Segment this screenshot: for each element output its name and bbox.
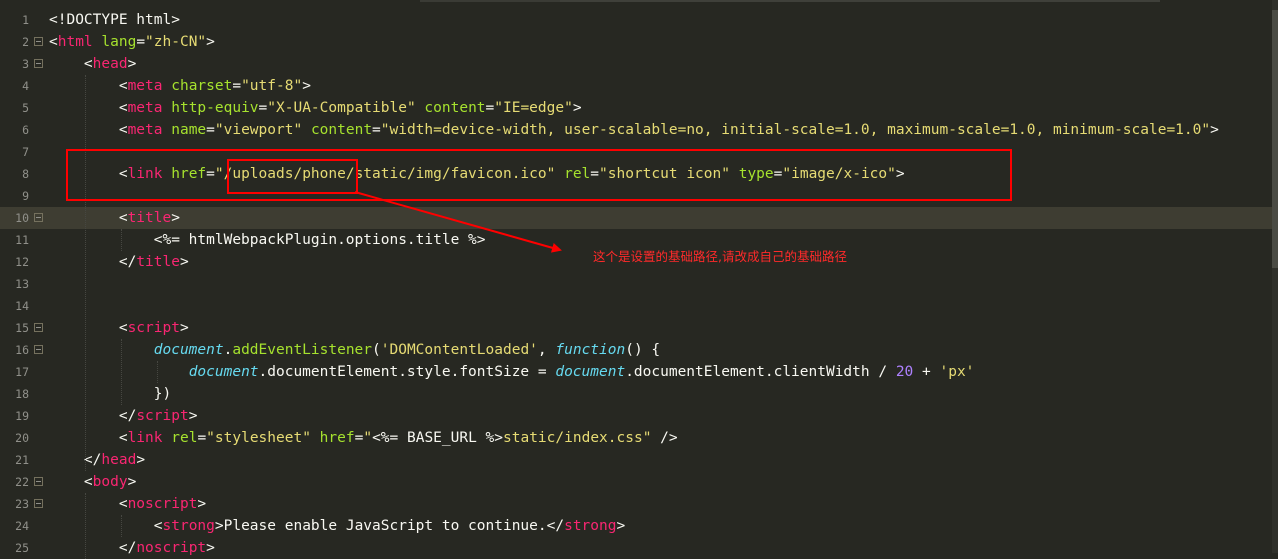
annotation-note: 这个是设置的基础路径,请改成自己的基础路径: [593, 249, 847, 264]
annotation-arrow: [354, 191, 562, 253]
arrow-line: [354, 191, 562, 253]
